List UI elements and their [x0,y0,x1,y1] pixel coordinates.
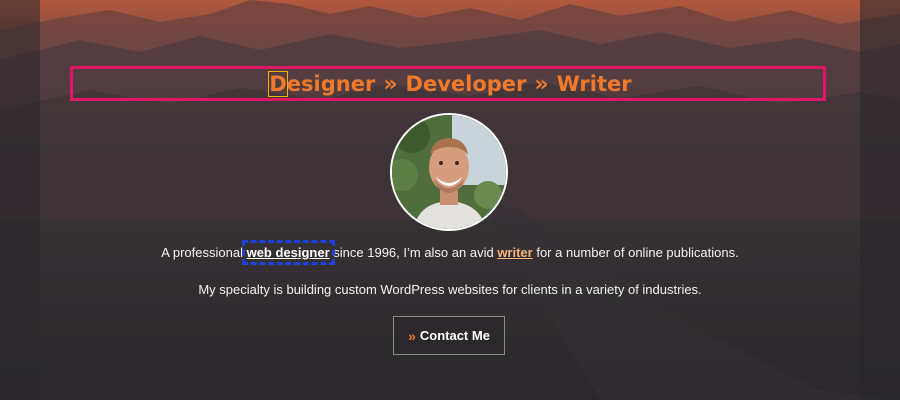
intro-text-3: for a number of online publications. [532,245,739,260]
headline-word-developer: Developer [405,72,527,96]
specialty-paragraph: My specialty is building custom WordPres… [198,282,702,297]
headline-word-designer: esigner [286,72,376,96]
portrait-image [392,115,506,229]
web-designer-link[interactable]: web designer [241,240,335,265]
writer-link[interactable]: writer [497,245,532,260]
hero-headline: Designer » Developer » Writer [0,70,900,99]
right-panel [860,0,900,400]
headline-word-writer: Writer [556,72,632,96]
avatar [390,113,508,231]
double-chevron-icon: » [408,327,416,344]
intro-paragraph: A professional web designer since 1996, … [0,240,900,265]
hero-section: Designer » Developer » Writer A professional… [0,0,900,400]
contact-me-label: Contact Me [419,328,490,343]
headline-first-letter: D [268,71,288,97]
contact-me-button[interactable]: » Contact Me [393,316,505,355]
intro-text-2: since 1996, I’m also an avid [329,245,498,260]
double-chevron-icon: » [534,72,549,97]
top-strip [0,0,900,28]
left-panel [0,0,40,400]
double-chevron-icon: » [383,72,398,97]
intro-text-1: A professional [161,245,247,260]
